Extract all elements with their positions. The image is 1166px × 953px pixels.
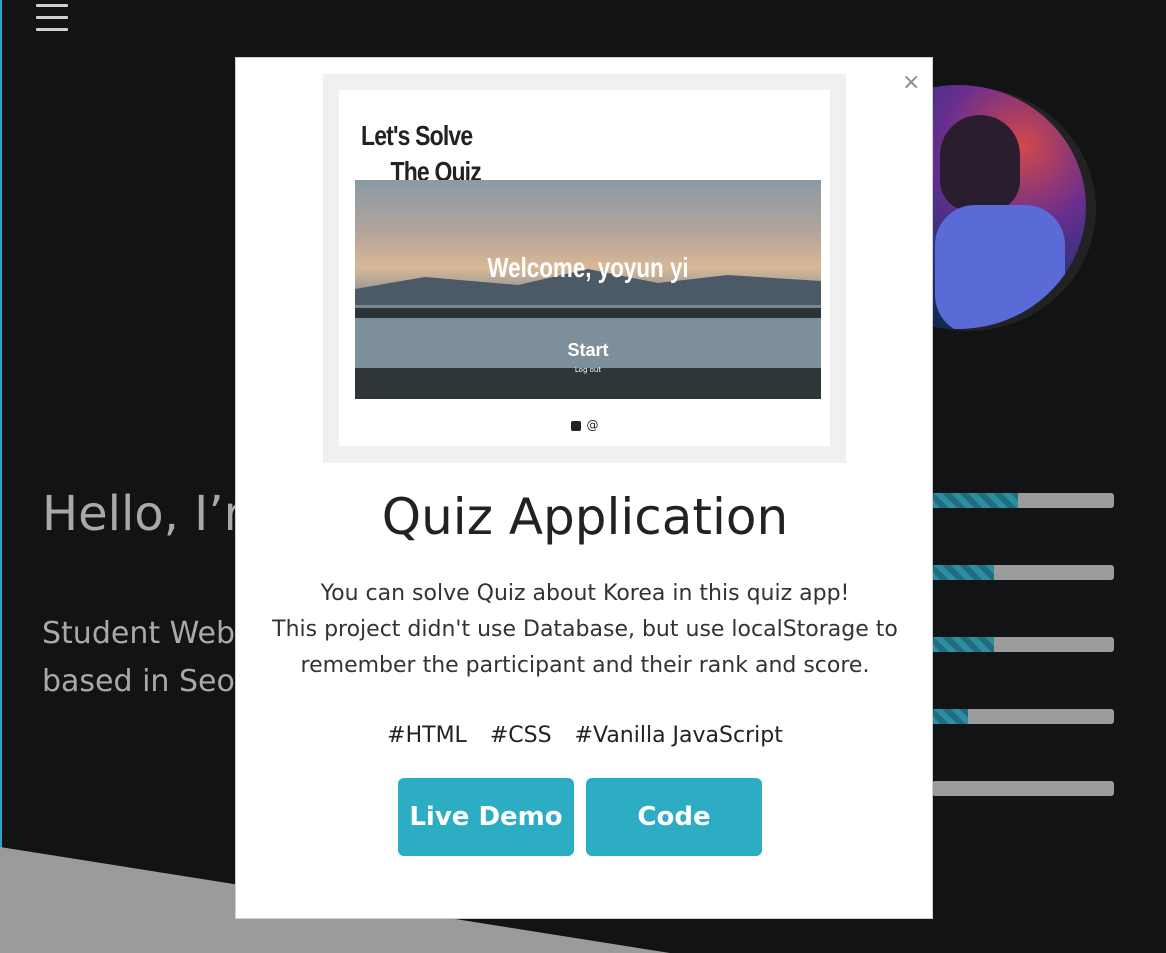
hero-subtitle: Student Web based in Seo [42, 610, 235, 706]
modal-title: Quiz Application [381, 488, 789, 546]
preview-logout: Log out [574, 366, 602, 374]
preview-welcome: Welcome, yoyun yi [487, 252, 689, 283]
preview-photo: Welcome, yoyun yi Start Log out [355, 180, 821, 399]
skill-bar-fill [932, 709, 969, 724]
skill-bar-fill [932, 493, 1018, 508]
skill-bar [932, 565, 1114, 580]
tag-css: #CSS [489, 723, 552, 748]
preview-title-line1: Let's Solve [361, 120, 473, 151]
preview-footer-icons: @ [339, 418, 830, 432]
tech-tags: #HTML #CSS #Vanilla JavaScript [236, 723, 934, 748]
skill-bar [932, 781, 1114, 796]
live-demo-button[interactable]: Live Demo [398, 778, 574, 856]
hero-subtitle-line1: Student Web [42, 616, 236, 651]
skill-bar [932, 637, 1114, 652]
hamburger-icon[interactable] [36, 4, 68, 34]
preview-start: Start [567, 340, 609, 360]
description-line: This project didn't use Database, but us… [272, 617, 898, 642]
skill-bar-fill [932, 565, 994, 580]
tag-javascript: #Vanilla JavaScript [574, 723, 783, 748]
close-button[interactable]: × [902, 70, 920, 95]
hero-subtitle-line2: based in Seo [42, 664, 235, 699]
project-description: You can solve Quiz about Korea in this q… [236, 576, 934, 684]
skill-bar [932, 493, 1114, 508]
avatar-shirt [935, 205, 1065, 329]
github-icon [570, 420, 581, 431]
avatar-face [940, 115, 1020, 211]
tag-html: #HTML [387, 723, 467, 748]
email-icon: @ [586, 418, 599, 432]
code-button[interactable]: Code [586, 778, 762, 856]
skill-bar-fill [932, 637, 994, 652]
left-accent-border [0, 0, 2, 953]
project-preview-frame: Let's Solve The Quiz Welcome, yoyun yi S… [323, 74, 846, 463]
preview-bridge [355, 308, 821, 318]
project-preview-image: Let's Solve The Quiz Welcome, yoyun yi S… [339, 90, 830, 446]
hero-title: Hello, I’r [42, 486, 244, 542]
project-modal: × Let's Solve The Quiz Welcome, yoyun yi… [235, 57, 933, 919]
description-line: remember the participant and their rank … [300, 653, 870, 678]
skill-bar [932, 709, 1114, 724]
description-line: You can solve Quiz about Korea in this q… [320, 581, 850, 606]
